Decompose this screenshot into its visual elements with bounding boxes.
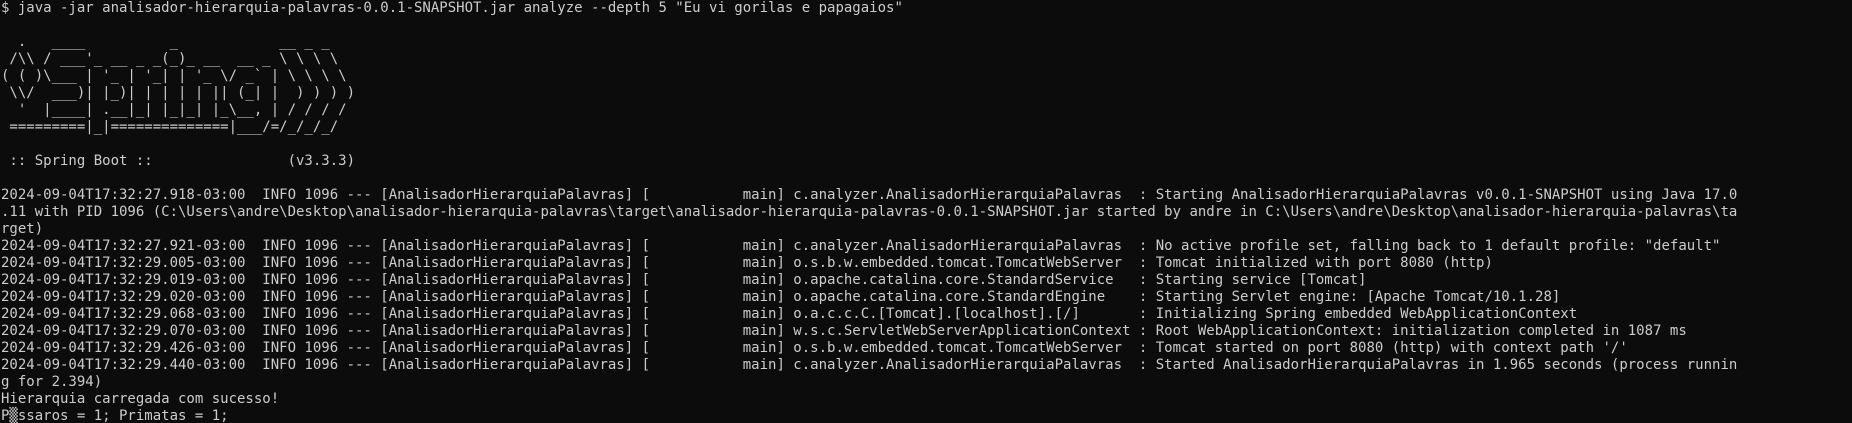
log-line: 2024-09-04T17:32:29.020-03:00 INFO 1096 … xyxy=(1,289,1561,305)
program-output-line: Hierarquia carregada com sucesso! xyxy=(1,391,280,407)
terminal-window[interactable]: $ java -jar analisador-hierarquia-palavr… xyxy=(0,0,1852,423)
log-line: 2024-09-04T17:32:27.921-03:00 INFO 1096 … xyxy=(1,238,1721,254)
spring-banner-line: /\\ / ___'_ __ _ _(_)_ __ __ _ \ \ \ \ xyxy=(1,51,339,67)
terminal-output: $ java -jar analisador-hierarquia-palavr… xyxy=(1,0,1737,423)
spring-banner-line: . ____ _ __ _ _ xyxy=(1,34,330,50)
log-line: 2024-09-04T17:32:29.070-03:00 INFO 1096 … xyxy=(1,323,1687,339)
spring-banner-line: =========|_|==============|___/=/_/_/_/ xyxy=(1,119,339,135)
log-line-wrap: g for 2.394) xyxy=(1,374,103,390)
spring-banner-line: \\/ ___)| |_)| | | | | || (_| | ) ) ) ) xyxy=(1,85,356,101)
log-line: 2024-09-04T17:32:29.440-03:00 INFO 1096 … xyxy=(1,357,1738,373)
command-line: $ java -jar analisador-hierarquia-palavr… xyxy=(1,0,903,16)
log-line: 2024-09-04T17:32:29.426-03:00 INFO 1096 … xyxy=(1,340,1628,356)
program-result-line: P▒ssaros = 1; Primatas = 1; xyxy=(1,408,229,423)
spring-banner-line: ' |____| .__|_| |_|_| |_\__, | / / / / xyxy=(1,102,347,118)
spring-boot-version-line: :: Spring Boot :: (v3.3.3) xyxy=(1,153,356,169)
log-line: 2024-09-04T17:32:29.005-03:00 INFO 1096 … xyxy=(1,255,1493,271)
spring-banner-line: ( ( )\___ | '_ | '_| | '_ \/ _` | \ \ \ … xyxy=(1,68,347,84)
log-line-wrap: rget) xyxy=(1,221,44,237)
log-line: 2024-09-04T17:32:29.019-03:00 INFO 1096 … xyxy=(1,272,1367,288)
log-line: 2024-09-04T17:32:27.918-03:00 INFO 1096 … xyxy=(1,187,1738,203)
log-line-wrap: .11 with PID 1096 (C:\Users\andre\Deskto… xyxy=(1,204,1738,220)
log-line: 2024-09-04T17:32:29.068-03:00 INFO 1096 … xyxy=(1,306,1578,322)
